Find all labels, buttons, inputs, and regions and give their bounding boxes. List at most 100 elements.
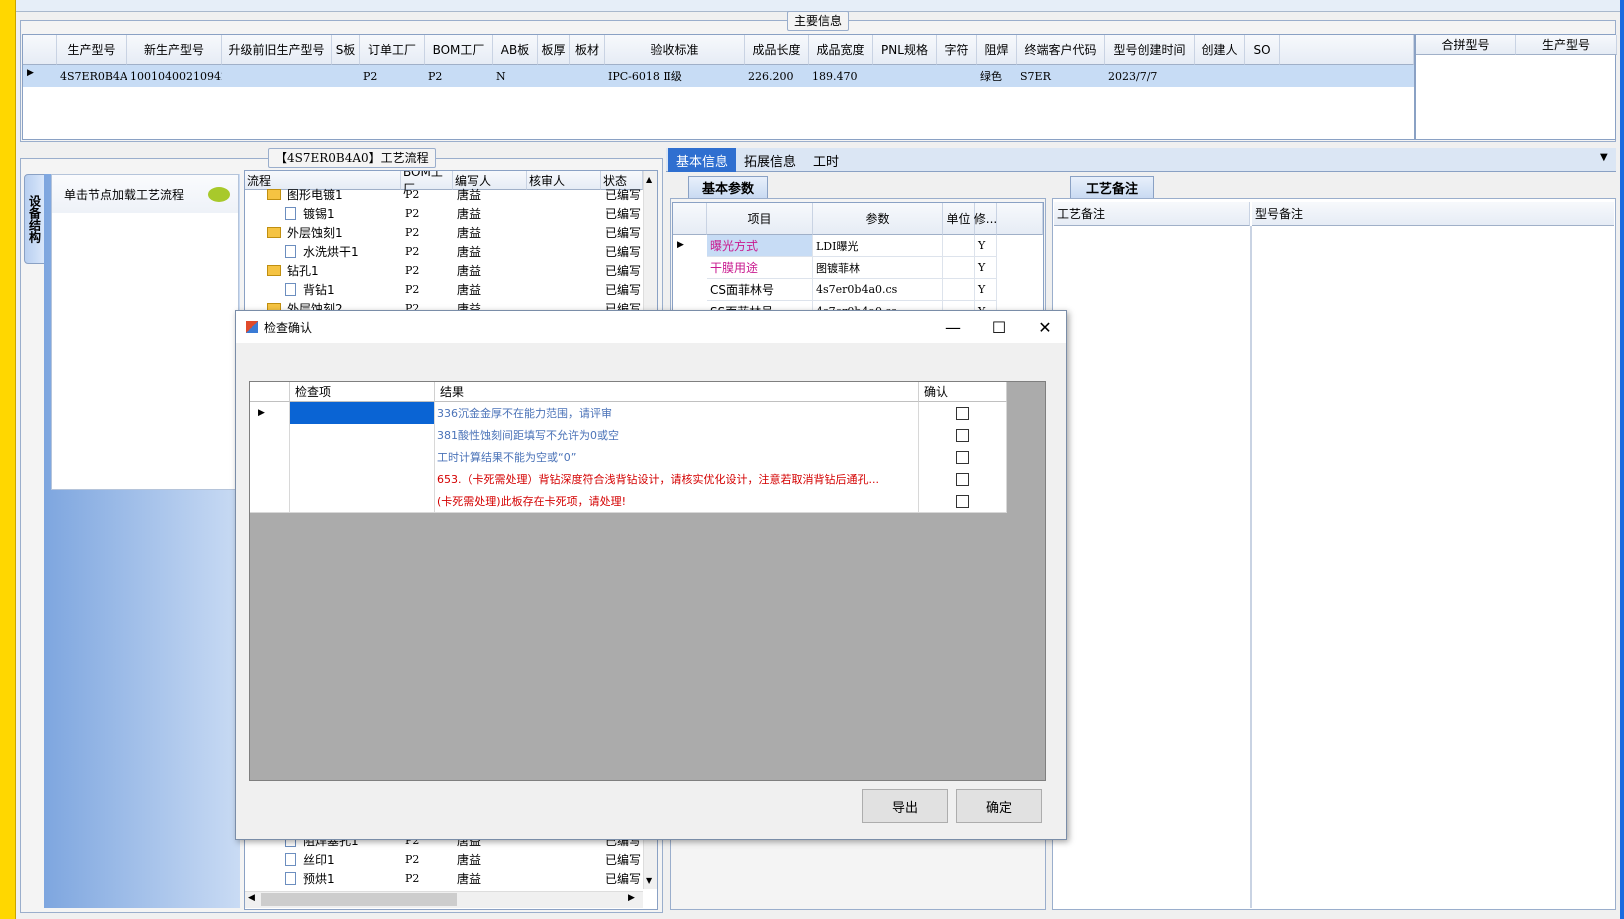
tab-extended-info[interactable]: 拓展信息 — [740, 148, 800, 172]
main-cell-17[interactable] — [1195, 65, 1245, 87]
col-param-2[interactable]: 单位 — [943, 203, 975, 235]
col-param-0[interactable]: 项目 — [707, 203, 813, 235]
check-result-cell[interactable]: (卡死需处理)此板存在卡死项，请处理! — [435, 490, 919, 513]
main-cell-14[interactable]: 绿色 — [977, 65, 1017, 87]
param-unit[interactable] — [943, 257, 975, 279]
scroll-down-icon[interactable]: ▼ — [646, 876, 652, 885]
main-cell-6[interactable]: N — [493, 65, 538, 87]
scroll-up-icon[interactable]: ▲ — [646, 175, 652, 184]
tree-row[interactable]: 图形电镀1 P2 唐益 已编写 — [245, 185, 643, 204]
check-result-cell[interactable]: 381酸性蚀刻间距填写不允许为0或空 — [435, 424, 919, 447]
col-main-11[interactable]: 成品宽度 — [809, 35, 873, 65]
hscroll-thumb[interactable] — [261, 893, 457, 906]
col-main-13[interactable]: 字符 — [937, 35, 977, 65]
main-cell-5[interactable]: P2 — [425, 65, 493, 87]
tab-basic-info[interactable]: 基本信息 — [668, 148, 736, 172]
col-check-item[interactable]: 检查项 — [290, 382, 435, 402]
param-unit[interactable] — [943, 279, 975, 301]
confirm-checkbox[interactable] — [956, 428, 969, 442]
main-cell-10[interactable]: 226.200 — [745, 65, 809, 87]
tab-dropdown-icon[interactable]: ▼ — [1600, 152, 1608, 163]
check-result-cell[interactable]: 工时计算结果不能为空或“0” — [435, 446, 919, 469]
row-header[interactable] — [250, 446, 290, 469]
tree-row[interactable]: 水洗烘干1 P2 唐益 已编写 — [245, 242, 643, 261]
col-param-3[interactable]: 修... — [974, 203, 997, 235]
main-cell-18[interactable] — [1245, 65, 1280, 87]
param-item[interactable]: 干膜用途 — [707, 257, 813, 279]
col-main-6[interactable]: AB板 — [493, 35, 538, 65]
check-item-cell[interactable] — [290, 402, 435, 425]
confirm-checkbox[interactable] — [956, 472, 969, 486]
col-result[interactable]: 结果 — [435, 382, 919, 402]
col-main-18[interactable]: SO — [1245, 35, 1280, 65]
minimize-icon[interactable]: — — [930, 311, 976, 343]
col-main-2[interactable]: 升级前旧生产型号 — [222, 35, 332, 65]
main-cell-0[interactable]: 4S7ER0B4A0 — [57, 65, 127, 87]
confirm-cell[interactable] — [919, 446, 1007, 469]
tree-row[interactable]: 预烘1 P2 唐益 已编写 — [245, 869, 643, 888]
confirm-cell[interactable] — [919, 490, 1007, 513]
param-value[interactable]: LDI曝光 — [813, 235, 943, 257]
param-flag[interactable]: Y — [975, 279, 997, 301]
row-header[interactable]: ▶ — [250, 402, 290, 425]
scroll-left-icon[interactable]: ◀ — [248, 893, 255, 903]
main-cell-8[interactable] — [570, 65, 605, 87]
main-cell-9[interactable]: IPC-6018 Ⅱ级 — [605, 65, 745, 87]
confirm-checkbox[interactable] — [956, 494, 969, 508]
confirm-cell[interactable] — [919, 424, 1007, 447]
main-cell-4[interactable]: P2 — [360, 65, 425, 87]
col-main-17[interactable]: 创建人 — [1195, 35, 1245, 65]
check-item-cell[interactable] — [290, 446, 435, 469]
vertical-tab-equipment[interactable]: 设备结构 — [24, 174, 46, 264]
param-unit[interactable] — [943, 235, 975, 257]
maximize-icon[interactable]: ☐ — [976, 311, 1022, 343]
main-cell-2[interactable] — [222, 65, 332, 87]
tree-row[interactable]: 背钻1 P2 唐益 已编写 — [245, 280, 643, 299]
col-main-5[interactable]: BOM工厂 — [425, 35, 493, 65]
param-value[interactable]: 4s7er0b4a0.cs — [813, 279, 943, 301]
col-main-15[interactable]: 终端客户代码 — [1017, 35, 1105, 65]
param-flag[interactable]: Y — [975, 257, 997, 279]
check-result-cell[interactable]: 653.（卡死需处理）背钻深度符合浅背钻设计，请核实优化设计，注意若取消背钻后通… — [435, 468, 919, 491]
param-value[interactable]: 图镀菲林 — [813, 257, 943, 279]
param-flag[interactable]: Y — [975, 235, 997, 257]
col-main-12[interactable]: PNL规格 — [873, 35, 937, 65]
tree-row[interactable]: 镀锡1 P2 唐益 已编写 — [245, 204, 643, 223]
confirm-checkbox[interactable] — [956, 450, 969, 464]
dialog-titlebar[interactable]: 检查确认 — ☐ ✕ — [236, 311, 1066, 343]
col-main-1[interactable]: 新生产型号 — [127, 35, 222, 65]
ok-button[interactable]: 确定 — [956, 789, 1042, 823]
check-result-cell[interactable]: 336沉金金厚不在能力范围，请评审 — [435, 402, 919, 425]
confirm-checkbox[interactable] — [956, 406, 969, 420]
row-header[interactable] — [250, 468, 290, 491]
col-main-10[interactable]: 成品长度 — [745, 35, 809, 65]
col-production-model[interactable]: 生产型号 — [1516, 35, 1617, 55]
col-main-8[interactable]: 板材 — [570, 35, 605, 65]
confirm-cell[interactable] — [919, 402, 1007, 425]
tab-work-hours[interactable]: 工时 — [806, 148, 846, 172]
col-merge-model[interactable]: 合拼型号 — [1416, 35, 1516, 55]
main-cell-3[interactable] — [332, 65, 360, 87]
check-item-cell[interactable] — [290, 490, 435, 513]
scroll-right-icon[interactable]: ▶ — [628, 893, 635, 903]
row-header[interactable] — [250, 424, 290, 447]
check-item-cell[interactable] — [290, 424, 435, 447]
col-main-9[interactable]: 验收标准 — [605, 35, 745, 65]
main-cell-12[interactable] — [873, 65, 937, 87]
main-cell-11[interactable]: 189.470 — [809, 65, 873, 87]
main-cell-13[interactable] — [937, 65, 977, 87]
col-main-16[interactable]: 型号创建时间 — [1105, 35, 1195, 65]
col-confirm[interactable]: 确认 — [919, 382, 1007, 402]
row-header[interactable] — [250, 490, 290, 513]
main-cell-16[interactable]: 2023/7/7 — [1105, 65, 1195, 87]
main-cell-7[interactable] — [538, 65, 570, 87]
check-item-cell[interactable] — [290, 468, 435, 491]
main-cell-1[interactable]: 10010400210942 — [127, 65, 222, 87]
param-item[interactable]: CS面菲林号 — [707, 279, 813, 301]
col-main-4[interactable]: 订单工厂 — [360, 35, 425, 65]
col-main-14[interactable]: 阻焊 — [977, 35, 1017, 65]
col-main-3[interactable]: S板 — [332, 35, 360, 65]
col-main-7[interactable]: 板厚 — [538, 35, 570, 65]
tree-row[interactable]: 钻孔1 P2 唐益 已编写 — [245, 261, 643, 280]
export-button[interactable]: 导出 — [862, 789, 948, 823]
